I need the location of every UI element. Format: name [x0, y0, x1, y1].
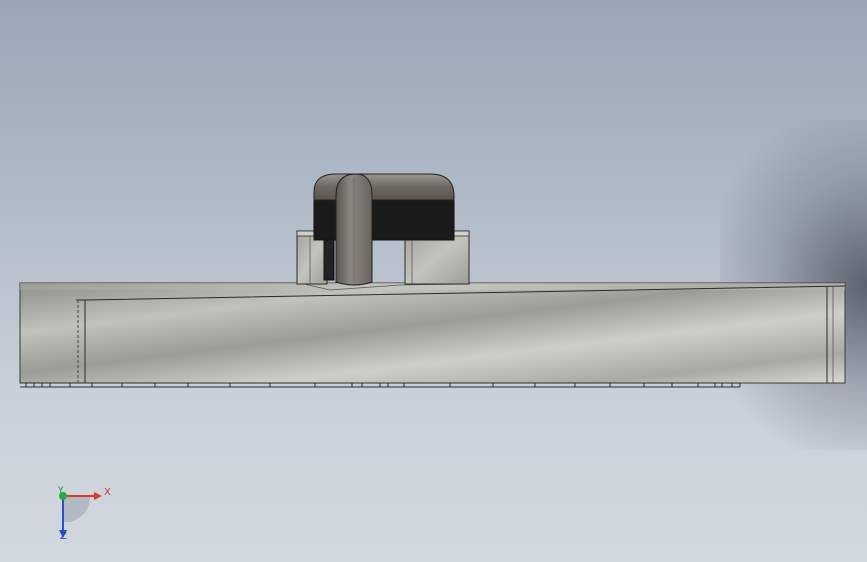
base-plate[interactable]: [19, 282, 846, 384]
x-axis-label: X: [104, 487, 111, 498]
z-axis-label: Z: [60, 531, 67, 542]
y-axis-label: Y: [58, 486, 64, 496]
3d-model-view[interactable]: [0, 0, 867, 562]
graphics-viewport[interactable]: X Y Z: [0, 0, 867, 562]
plate-bottom-edge: [20, 382, 741, 388]
